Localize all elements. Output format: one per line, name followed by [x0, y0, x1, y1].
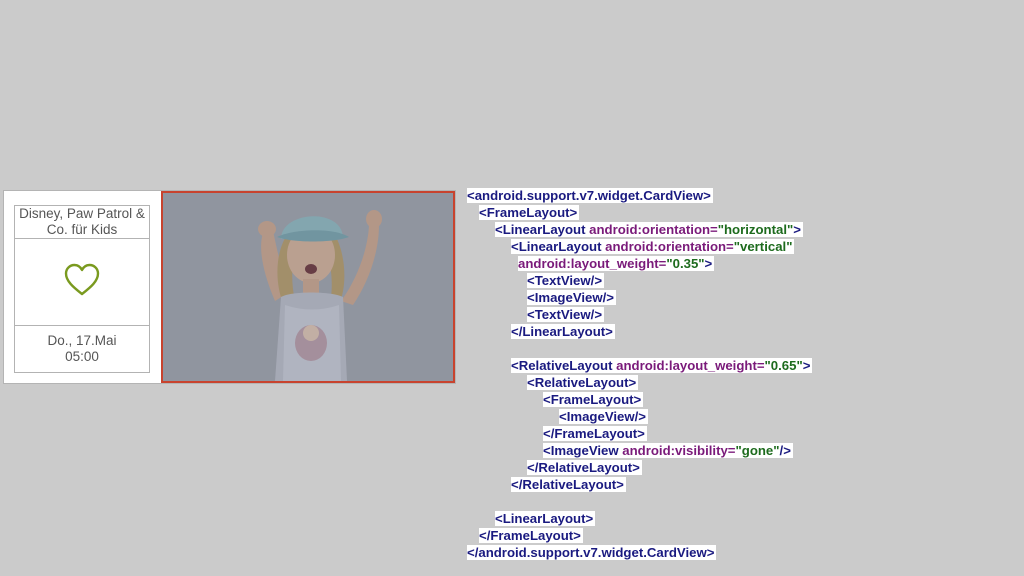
code-attr: android:layout_weight= — [518, 256, 667, 271]
code-tag: <TextView/> — [527, 307, 603, 322]
code-line-10-blank — [467, 340, 847, 357]
code-tag: <TextView/> — [527, 273, 603, 288]
code-tag-end: > — [802, 358, 811, 373]
code-value: "vertical" — [733, 239, 793, 254]
code-tag-end: > — [793, 222, 801, 237]
date-cell: Do., 17.Mai 05:00 — [14, 325, 150, 373]
code-line-21: </FrameLayout> — [467, 527, 847, 544]
code-attr: android:visibility= — [622, 443, 736, 458]
code-tag: <android.support.v7.widget.CardView> — [467, 188, 711, 203]
code-line-18: </RelativeLayout> — [467, 476, 847, 493]
code-tag-end: > — [704, 256, 713, 271]
card-title-line-2: Co. für Kids — [46, 222, 118, 237]
code-tag: </FrameLayout> — [479, 528, 581, 543]
code-tag: <ImageView/> — [527, 290, 614, 305]
xml-layout-code: <android.support.v7.widget.CardView> <Fr… — [467, 187, 847, 561]
code-line-4: <LinearLayout android:orientation="verti… — [467, 238, 847, 255]
code-line-3: <LinearLayout android:orientation="horiz… — [467, 221, 847, 238]
code-attr: android:orientation= — [605, 239, 734, 254]
code-value: "gone" — [735, 443, 780, 458]
code-line-17: </RelativeLayout> — [467, 459, 847, 476]
code-tag: </RelativeLayout> — [527, 460, 640, 475]
code-line-5: android:layout_weight="0.35"> — [467, 255, 847, 272]
code-value: "horizontal" — [717, 222, 794, 237]
code-line-7: <ImageView/> — [467, 289, 847, 306]
card-title-cell: Disney, Paw Patrol & Co. für Kids — [14, 205, 150, 239]
card-time: 05:00 — [65, 349, 99, 364]
code-tag: <RelativeLayout> — [527, 375, 637, 390]
code-line-13: <FrameLayout> — [467, 391, 847, 408]
heart-icon[interactable] — [64, 263, 100, 301]
card-info-column: Disney, Paw Patrol & Co. für Kids Do., 1… — [14, 205, 150, 373]
code-attr: android:orientation= — [589, 222, 718, 237]
code-tag: <ImageView — [543, 443, 623, 458]
code-tag: </LinearLayout> — [511, 324, 613, 339]
code-tag: </android.support.v7.widget.CardView> — [467, 545, 715, 560]
code-line-11: <RelativeLayout android:layout_weight="0… — [467, 357, 847, 374]
code-value: "0.35" — [666, 256, 705, 271]
code-line-8: <TextView/> — [467, 306, 847, 323]
code-line-20: <LinearLayout> — [467, 510, 847, 527]
code-tag: <FrameLayout> — [479, 205, 578, 220]
code-line-6: <TextView/> — [467, 272, 847, 289]
code-tag: </FrameLayout> — [543, 426, 645, 441]
event-card[interactable]: Disney, Paw Patrol & Co. für Kids Do., 1… — [3, 190, 456, 384]
code-line-19-blank — [467, 493, 847, 510]
code-line-9: </LinearLayout> — [467, 323, 847, 340]
code-line-1: <android.support.v7.widget.CardView> — [467, 187, 847, 204]
code-line-14: <ImageView/> — [467, 408, 847, 425]
code-tag-end: /> — [779, 443, 791, 458]
code-attr: android:layout_weight= — [616, 358, 765, 373]
code-tag: <LinearLayout — [511, 239, 606, 254]
code-tag: </RelativeLayout> — [511, 477, 624, 492]
card-image-panel[interactable] — [161, 191, 455, 383]
card-date: Do., 17.Mai — [47, 333, 117, 348]
code-tag: <LinearLayout — [495, 222, 590, 237]
card-title-line-1: Disney, Paw Patrol & — [19, 206, 145, 221]
code-line-15: </FrameLayout> — [467, 425, 847, 442]
code-line-22: </android.support.v7.widget.CardView> — [467, 544, 847, 561]
code-line-12: <RelativeLayout> — [467, 374, 847, 391]
code-tag: <ImageView/> — [559, 409, 646, 424]
code-tag: <LinearLayout> — [495, 511, 594, 526]
code-line-16: <ImageView android:visibility="gone"/> — [467, 442, 847, 459]
favorite-cell — [14, 238, 150, 326]
code-tag: <RelativeLayout — [511, 358, 617, 373]
code-line-2: <FrameLayout> — [467, 204, 847, 221]
image-dim-overlay — [163, 193, 453, 381]
code-tag: <FrameLayout> — [543, 392, 642, 407]
code-value: "0.65" — [764, 358, 803, 373]
